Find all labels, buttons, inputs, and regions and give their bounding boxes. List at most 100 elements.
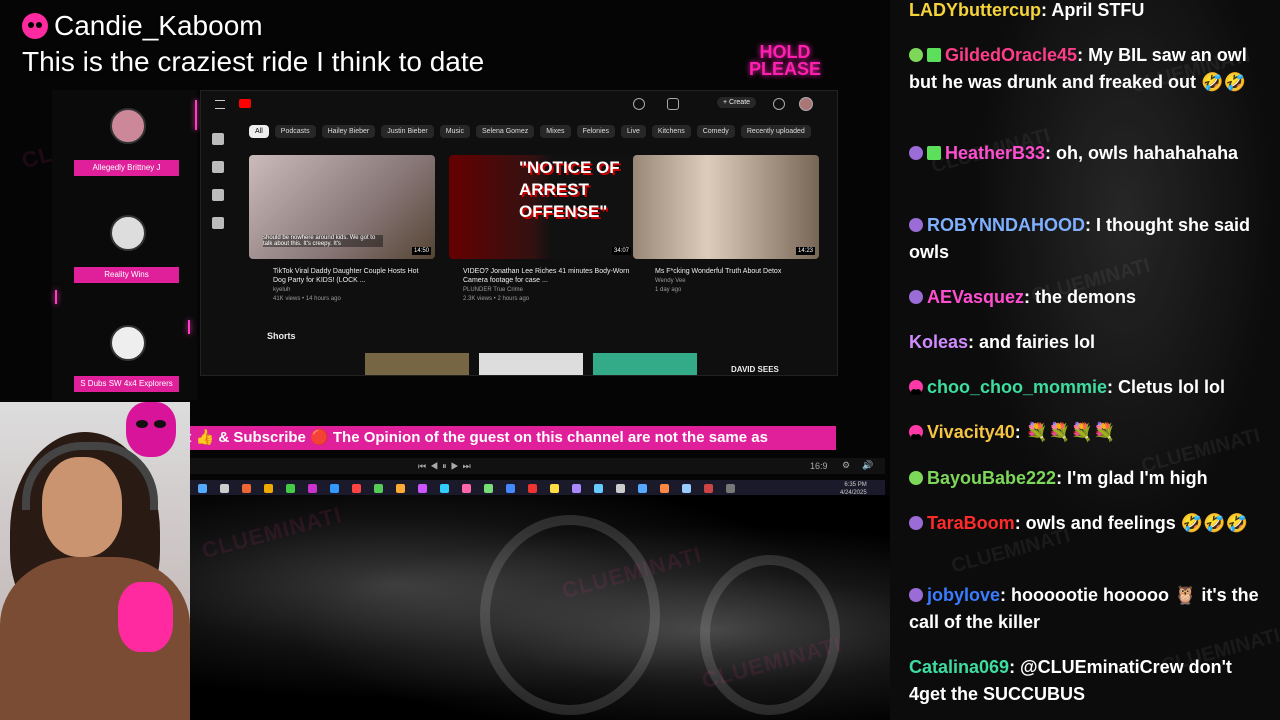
app-icon[interactable] [616, 484, 625, 493]
app-icon[interactable] [396, 484, 405, 493]
chat-username[interactable]: Vivacity40 [927, 422, 1015, 442]
short-thumbnail[interactable] [593, 353, 697, 375]
chip[interactable]: Hailey Bieber [321, 125, 376, 138]
subscriptions-icon[interactable] [212, 189, 224, 201]
app-icon[interactable] [220, 484, 229, 493]
gift-badge-icon [927, 146, 941, 160]
create-button[interactable]: + Create [717, 97, 757, 108]
streamer-webcam [0, 402, 190, 720]
chat-panel: CLUEMINATI CLUEMINATI CLUEMINATI CLUEMIN… [890, 0, 1280, 720]
app-icon[interactable] [462, 484, 471, 493]
short-thumbnail[interactable] [479, 353, 583, 375]
video-meta: 41K views • 14 hours ago [273, 296, 341, 302]
app-icon[interactable] [528, 484, 537, 493]
settings-icon[interactable]: ⚙ [842, 460, 850, 471]
chat-username[interactable]: BayouBabe222 [927, 468, 1056, 488]
youtube-logo-icon[interactable] [239, 99, 251, 108]
chat-username[interactable]: Catalina069 [909, 657, 1009, 677]
chat-message: Catalina069: @CLUEminatiCrew don't 4get … [909, 657, 1232, 704]
alert-username: Candie_Kaboom [22, 10, 263, 42]
gift-badge-icon [927, 48, 941, 62]
app-icon[interactable] [484, 484, 493, 493]
player-controls: ⏮◀⏸▶⏭ 16:9 ⚙ 🔊 [190, 458, 885, 474]
video-channel[interactable]: kyeluh [273, 286, 290, 294]
chat-message: choo_choo_mommie: Cletus lol lol [909, 374, 1271, 401]
app-icon[interactable] [506, 484, 515, 493]
app-icon[interactable] [374, 484, 383, 493]
microphone-icon[interactable] [667, 98, 679, 110]
search-icon[interactable] [633, 98, 645, 110]
chip[interactable]: All [249, 125, 269, 138]
app-icon[interactable] [704, 484, 713, 493]
chat-username[interactable]: HeatherB33 [945, 143, 1045, 163]
chat-username[interactable]: TaraBoom [927, 513, 1015, 533]
app-icon[interactable] [572, 484, 581, 493]
chip[interactable]: Selena Gomez [475, 125, 535, 138]
notifications-icon[interactable] [773, 98, 785, 110]
chip[interactable]: Music [439, 125, 470, 138]
chip[interactable]: Podcasts [274, 125, 316, 138]
hold-please-badge: HOLD PLEASE [748, 42, 822, 79]
app-icon[interactable] [660, 484, 669, 493]
chat-message: LADYbuttercup: April STFU [909, 0, 1145, 20]
start-icon[interactable] [198, 484, 207, 493]
subscribe-ticker: at 👍 & Subscribe 🔴 The Opinion of the gu… [178, 426, 836, 450]
app-icon[interactable] [330, 484, 339, 493]
shorts-icon[interactable] [212, 161, 224, 173]
chip[interactable]: Kitchens [651, 125, 691, 138]
chat-username[interactable]: GildedOracle45 [945, 45, 1077, 65]
video-thumbnail[interactable]: 14:23 [633, 155, 819, 259]
chip[interactable]: Mixes [540, 125, 571, 138]
app-icon[interactable] [726, 484, 735, 493]
video-channel[interactable]: PLUNDER True Crime [463, 286, 523, 294]
chat-username[interactable]: LADYbuttercup [909, 0, 1041, 20]
chat-message: ROBYNNDAHOOD: I thought she said owls [909, 215, 1251, 262]
chat-username[interactable]: jobylove [927, 585, 1000, 605]
video-title[interactable]: Ms F*cking Wonderful Truth About Detox [655, 267, 825, 276]
chat-username[interactable]: choo_choo_mommie [927, 377, 1107, 397]
app-icon[interactable] [264, 484, 273, 493]
app-icon[interactable] [418, 484, 427, 493]
chip[interactable]: Felonies [576, 125, 616, 138]
app-icon[interactable] [242, 484, 251, 493]
youtube-window[interactable]: + Create All Podcasts Hailey Bieber Just… [200, 90, 838, 376]
you-icon[interactable] [212, 217, 224, 229]
video-channel[interactable]: Wendy Vee [655, 277, 686, 285]
app-icon[interactable] [638, 484, 647, 493]
video-thumbnail[interactable]: should be nowhere around kids. We got to… [249, 155, 435, 259]
video-title[interactable]: TikTok Viral Daddy Daughter Couple Hosts… [273, 267, 433, 285]
app-icon[interactable] [594, 484, 603, 493]
avatar[interactable] [799, 97, 813, 111]
guest-label: S Dubs SW 4x4 Explorers [74, 376, 179, 392]
shorts-heading[interactable]: Shorts [267, 331, 296, 341]
app-icon[interactable] [550, 484, 559, 493]
app-icon[interactable] [352, 484, 361, 493]
video-duration: 14:50 [411, 247, 431, 255]
chip[interactable]: Recently uploaded [740, 125, 811, 138]
short-thumbnail[interactable] [365, 353, 469, 375]
app-icon[interactable] [286, 484, 295, 493]
chat-username[interactable]: ROBYNNDAHOOD [927, 215, 1085, 235]
video-meta: 1 day ago [655, 287, 682, 293]
chip[interactable]: Comedy [696, 125, 735, 138]
chip[interactable]: Live [621, 125, 646, 138]
video-title[interactable]: VIDEO? Jonathan Lee Riches 41 minutes Bo… [463, 267, 633, 285]
chip[interactable]: Justin Bieber [381, 125, 434, 138]
volume-icon[interactable]: 🔊 [862, 460, 873, 471]
app-icon[interactable] [682, 484, 691, 493]
guest-avatar [110, 325, 146, 361]
chat-message: BayouBabe222: I'm glad I'm high [909, 465, 1271, 492]
playback-buttons-icon[interactable]: ⏮◀⏸▶⏭ [418, 461, 475, 472]
sub-badge-icon [909, 48, 923, 62]
app-icon[interactable] [308, 484, 317, 493]
menu-icon[interactable] [215, 100, 225, 109]
chat-username[interactable]: Koleas [909, 332, 968, 352]
chat-message: TaraBoom: owls and feelings 🤣🤣🤣 [909, 510, 1271, 537]
app-icon[interactable] [440, 484, 449, 493]
chat-message: HeatherB33: oh, owls hahahahaha [909, 140, 1271, 167]
home-icon[interactable] [212, 133, 224, 145]
aspect-ratio[interactable]: 16:9 [810, 461, 828, 471]
sub-badge-icon [909, 380, 923, 395]
video-thumbnail[interactable]: "NOTICE OF ARREST OFFENSE" 34:07 [449, 155, 635, 259]
chat-username[interactable]: AEVasquez [927, 287, 1024, 307]
